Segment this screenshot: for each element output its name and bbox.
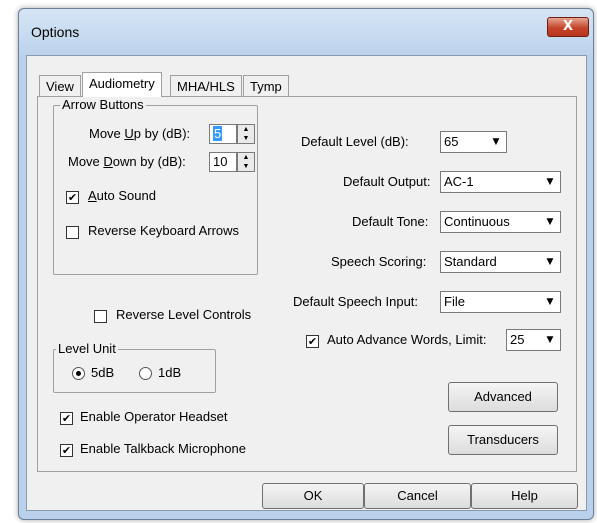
move-up-spinner[interactable]: ▲ ▼ — [237, 124, 255, 144]
enable-operator-headset-checkbox[interactable]: ✔ — [60, 412, 73, 425]
arrow-buttons-group-label: Arrow Buttons — [60, 97, 146, 112]
chevron-down-icon[interactable]: ▼ — [540, 330, 560, 350]
tab-tymp[interactable]: Tymp — [243, 75, 289, 97]
default-tone-select[interactable]: Continuous ▼ — [440, 211, 561, 233]
default-output-label: Default Output: — [343, 174, 431, 189]
chevron-down-icon[interactable]: ▼ — [486, 132, 506, 152]
advanced-button[interactable]: Advanced — [448, 382, 558, 412]
move-up-label: Move Up by (dB): — [89, 126, 191, 141]
move-up-input[interactable]: 5 — [209, 124, 237, 144]
speech-scoring-value: Standard — [444, 254, 497, 269]
checkmark-icon: ✔ — [67, 191, 78, 204]
auto-advance-label: Auto Advance Words, Limit: — [327, 332, 487, 347]
level-unit-group: Level Unit 5dB 1dB — [53, 341, 216, 393]
help-button[interactable]: Help — [471, 483, 578, 509]
speech-scoring-label: Speech Scoring: — [331, 254, 427, 269]
window-title: Options — [31, 24, 80, 40]
speech-scoring-select[interactable]: Standard ▼ — [440, 251, 561, 273]
close-button[interactable]: X — [547, 17, 589, 37]
audiometry-tab-page: Arrow Buttons Move Up by (dB): 5 ▲ ▼ Mov… — [37, 96, 577, 472]
default-level-value: 65 — [444, 134, 459, 149]
reverse-keyboard-arrows-label: Reverse Keyboard Arrows — [88, 223, 240, 238]
ok-button[interactable]: OK — [262, 483, 364, 509]
chevron-down-icon[interactable]: ▼ — [540, 252, 560, 272]
tab-audiometry[interactable]: Audiometry — [82, 72, 162, 97]
auto-sound-label: Auto Sound — [88, 188, 156, 203]
default-level-select[interactable]: 65 ▼ — [440, 131, 507, 153]
ok-button-label: OK — [303, 488, 323, 503]
spin-up-icon[interactable]: ▲ — [238, 153, 254, 162]
chevron-down-icon[interactable]: ▼ — [540, 172, 560, 192]
title-bar[interactable]: Options X — [19, 9, 593, 55]
checkmark-icon: ✔ — [61, 444, 72, 457]
default-speech-input-value: File — [444, 294, 465, 309]
default-level-label: Default Level (dB): — [301, 134, 409, 149]
radio-1db[interactable] — [139, 367, 152, 380]
enable-operator-headset-label: Enable Operator Headset — [80, 409, 228, 424]
spin-up-icon[interactable]: ▲ — [238, 125, 254, 134]
spin-down-icon[interactable]: ▼ — [238, 162, 254, 171]
transducers-button[interactable]: Transducers — [448, 425, 558, 455]
enable-talkback-microphone-label: Enable Talkback Microphone — [80, 441, 246, 456]
checkmark-icon: ✔ — [307, 335, 318, 348]
default-tone-label: Default Tone: — [352, 214, 429, 229]
auto-advance-checkbox[interactable]: ✔ — [306, 335, 319, 348]
auto-advance-limit-value: 25 — [510, 332, 525, 347]
move-down-input[interactable]: 10 — [209, 152, 237, 172]
enable-talkback-microphone-checkbox[interactable]: ✔ — [60, 444, 73, 457]
dialog-client-area: View Audiometry MHA/HLS Tymp Arrow Butto… — [26, 55, 587, 511]
radio-5db[interactable] — [72, 367, 85, 380]
default-speech-input-select[interactable]: File ▼ — [440, 291, 561, 313]
move-down-spinner[interactable]: ▲ ▼ — [237, 152, 255, 172]
close-icon: X — [562, 19, 574, 34]
default-tone-value: Continuous — [444, 214, 510, 229]
reverse-keyboard-arrows-checkbox[interactable] — [66, 226, 79, 239]
reverse-level-controls-checkbox[interactable] — [94, 310, 107, 323]
move-down-label: Move Down by (dB): — [68, 154, 186, 169]
checkmark-icon: ✔ — [61, 412, 72, 425]
move-down-value: 10 — [213, 154, 228, 169]
radio-5db-label: 5dB — [91, 365, 115, 380]
cancel-button[interactable]: Cancel — [364, 483, 471, 509]
reverse-level-controls-label: Reverse Level Controls — [116, 307, 252, 322]
radio-1db-label: 1dB — [158, 365, 182, 380]
spin-down-icon[interactable]: ▼ — [238, 134, 254, 143]
tab-mha-hls[interactable]: MHA/HLS — [170, 75, 242, 97]
chevron-down-icon[interactable]: ▼ — [540, 212, 560, 232]
tab-view[interactable]: View — [39, 75, 81, 97]
default-output-select[interactable]: AC-1 ▼ — [440, 171, 561, 193]
auto-sound-checkbox[interactable]: ✔ — [66, 191, 79, 204]
default-speech-input-label: Default Speech Input: — [293, 294, 419, 309]
level-unit-group-label: Level Unit — [56, 341, 118, 356]
move-up-value: 5 — [213, 126, 223, 141]
auto-advance-limit-select[interactable]: 25 ▼ — [506, 329, 561, 351]
default-output-value: AC-1 — [444, 174, 474, 189]
chevron-down-icon[interactable]: ▼ — [540, 292, 560, 312]
arrow-buttons-group: Arrow Buttons Move Up by (dB): 5 ▲ ▼ Mov… — [53, 97, 258, 275]
options-window: Options X View Audiometry MHA/HLS Tymp A… — [18, 8, 594, 520]
